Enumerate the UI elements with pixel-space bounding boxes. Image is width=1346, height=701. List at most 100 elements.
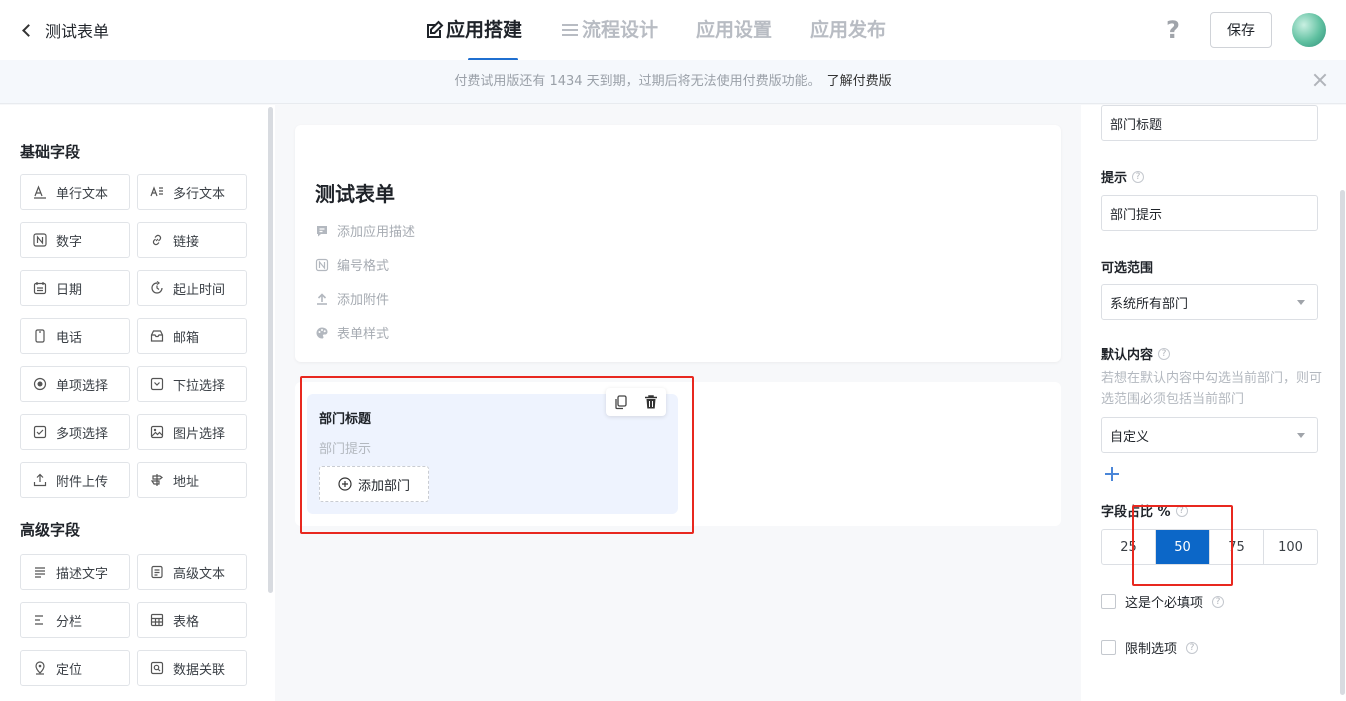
add-description[interactable]: 添加应用描述 bbox=[315, 221, 415, 240]
field-link[interactable]: 链接 bbox=[137, 222, 247, 258]
help-circle-icon[interactable]: ? bbox=[1186, 641, 1199, 654]
add-department-label: 添加部门 bbox=[357, 478, 410, 494]
required-checkbox-row[interactable]: 这是个必填项 ? bbox=[1101, 592, 1225, 611]
field-label: 多行文本 bbox=[173, 186, 226, 202]
add-department-button[interactable]: 添加部门 bbox=[319, 466, 429, 502]
add-default-icon[interactable] bbox=[1102, 464, 1122, 484]
field-single-line-text[interactable]: 单行文本 bbox=[20, 174, 130, 210]
clock-refresh-icon bbox=[150, 281, 164, 295]
field-label: 日期 bbox=[56, 282, 83, 298]
number-format[interactable]: 编号格式 bbox=[315, 255, 389, 274]
tab-label: 流程设计 bbox=[582, 19, 659, 41]
avatar[interactable] bbox=[1292, 13, 1326, 47]
help-circle-icon[interactable]: ? bbox=[1175, 504, 1188, 517]
field-number[interactable]: 数字 bbox=[20, 222, 130, 258]
field-multi-choice[interactable]: 多项选择 bbox=[20, 414, 130, 450]
description-icon bbox=[33, 565, 47, 579]
tab-label: 应用发布 bbox=[810, 19, 887, 41]
meta-label: 编号格式 bbox=[337, 259, 390, 274]
form-header-card bbox=[295, 125, 1061, 362]
field-single-choice[interactable]: 单项选择 bbox=[20, 366, 130, 402]
save-button[interactable]: 保存 bbox=[1210, 12, 1272, 48]
field-label: 起止时间 bbox=[173, 282, 226, 298]
link-icon bbox=[150, 233, 164, 247]
field-table[interactable]: 表格 bbox=[137, 602, 247, 638]
tab-flow-design[interactable]: 流程设计 bbox=[560, 14, 658, 46]
field-label: 单行文本 bbox=[56, 186, 109, 202]
range-select-value: 系统所有部门 bbox=[1110, 296, 1189, 312]
number-icon bbox=[33, 233, 47, 247]
field-date[interactable]: 日期 bbox=[20, 270, 130, 306]
hint-label: 提示 ? bbox=[1101, 167, 1145, 186]
field-label: 表格 bbox=[173, 614, 200, 630]
palette-scrollbar[interactable] bbox=[268, 107, 273, 593]
close-icon[interactable] bbox=[1312, 72, 1328, 88]
help-circle-icon[interactable]: ? bbox=[1132, 170, 1145, 183]
width-option-75[interactable]: 75 bbox=[1210, 530, 1264, 564]
tab-app-publish[interactable]: 应用发布 bbox=[810, 14, 886, 46]
required-label: 这是个必填项 bbox=[1125, 596, 1204, 611]
field-data-link[interactable]: 数据关联 bbox=[137, 650, 247, 686]
width-label-text: 字段占比 % bbox=[1101, 505, 1171, 520]
field-location[interactable]: 定位 bbox=[20, 650, 130, 686]
width-option-50[interactable]: 50 bbox=[1156, 530, 1210, 564]
back-button[interactable]: 测试表单 bbox=[20, 18, 109, 42]
range-select[interactable]: 系统所有部门 bbox=[1101, 284, 1318, 320]
help-circle-icon[interactable]: ? bbox=[1158, 347, 1171, 360]
hint-label-text: 提示 bbox=[1101, 171, 1128, 186]
app-header: 测试表单 应用搭建 流程设计 应用设置 应用发布 ? 保存 bbox=[0, 0, 1346, 61]
help-circle-icon[interactable]: ? bbox=[1212, 595, 1225, 608]
field-rich-text[interactable]: 高级文本 bbox=[137, 554, 247, 590]
tab-label: 应用设置 bbox=[696, 19, 773, 41]
field-address[interactable]: 地址 bbox=[137, 462, 247, 498]
limit-label: 限制选项 bbox=[1125, 642, 1178, 657]
field-multi-line-text[interactable]: 多行文本 bbox=[137, 174, 247, 210]
tab-app-build[interactable]: 应用搭建 bbox=[424, 14, 522, 61]
document-icon bbox=[150, 565, 164, 579]
meta-label: 添加应用描述 bbox=[337, 225, 416, 240]
tab-app-settings[interactable]: 应用设置 bbox=[696, 14, 772, 46]
field-image-choice[interactable]: 图片选择 bbox=[137, 414, 247, 450]
default-select[interactable]: 自定义 bbox=[1101, 417, 1318, 453]
field-attachment[interactable]: 附件上传 bbox=[20, 462, 130, 498]
default-select-value: 自定义 bbox=[1110, 429, 1150, 445]
palette-icon bbox=[316, 327, 328, 338]
data-search-icon bbox=[150, 661, 164, 675]
edit-icon bbox=[427, 20, 444, 38]
limit-checkbox-row[interactable]: 限制选项 ? bbox=[1101, 638, 1199, 657]
field-dropdown[interactable]: 下拉选择 bbox=[137, 366, 247, 402]
form-style[interactable]: 表单样式 bbox=[315, 323, 389, 342]
properties-scrollbar[interactable] bbox=[1340, 190, 1345, 695]
field-description-text[interactable]: 描述文字 bbox=[20, 554, 130, 590]
field-label: 下拉选择 bbox=[173, 378, 226, 394]
text-icon bbox=[33, 185, 47, 199]
field-phone[interactable]: 电话 bbox=[20, 318, 130, 354]
field-columns[interactable]: 分栏 bbox=[20, 602, 130, 638]
title-input[interactable] bbox=[1101, 105, 1318, 141]
limit-checkbox[interactable] bbox=[1101, 640, 1116, 655]
field-date-range[interactable]: 起止时间 bbox=[137, 270, 247, 306]
field-label: 链接 bbox=[173, 234, 200, 250]
required-checkbox[interactable] bbox=[1101, 594, 1116, 609]
checkbox-icon bbox=[33, 425, 47, 439]
form-title[interactable]: 测试表单 bbox=[315, 178, 395, 207]
meta-label: 表单样式 bbox=[337, 327, 390, 342]
location-icon bbox=[33, 661, 47, 675]
table-icon bbox=[150, 613, 164, 627]
hint-input[interactable] bbox=[1101, 195, 1318, 231]
field-email[interactable]: 邮箱 bbox=[137, 318, 247, 354]
width-option-25[interactable]: 25 bbox=[1102, 530, 1156, 564]
copy-icon[interactable] bbox=[613, 394, 629, 410]
phone-icon bbox=[33, 329, 47, 343]
notice-link[interactable]: 了解付费版 bbox=[827, 74, 892, 89]
add-attachment[interactable]: 添加附件 bbox=[315, 289, 389, 308]
radio-icon bbox=[33, 377, 47, 391]
help-icon[interactable]: ? bbox=[1166, 16, 1180, 44]
width-label: 字段占比 % ? bbox=[1101, 501, 1188, 520]
main-tabs: 应用搭建 流程设计 应用设置 应用发布 bbox=[424, 14, 886, 61]
trash-icon[interactable] bbox=[643, 394, 659, 410]
field-label: 地址 bbox=[173, 474, 200, 490]
field-label: 描述文字 bbox=[56, 566, 109, 582]
width-option-100[interactable]: 100 bbox=[1264, 530, 1317, 564]
basic-fields-title: 基础字段 bbox=[20, 143, 81, 161]
